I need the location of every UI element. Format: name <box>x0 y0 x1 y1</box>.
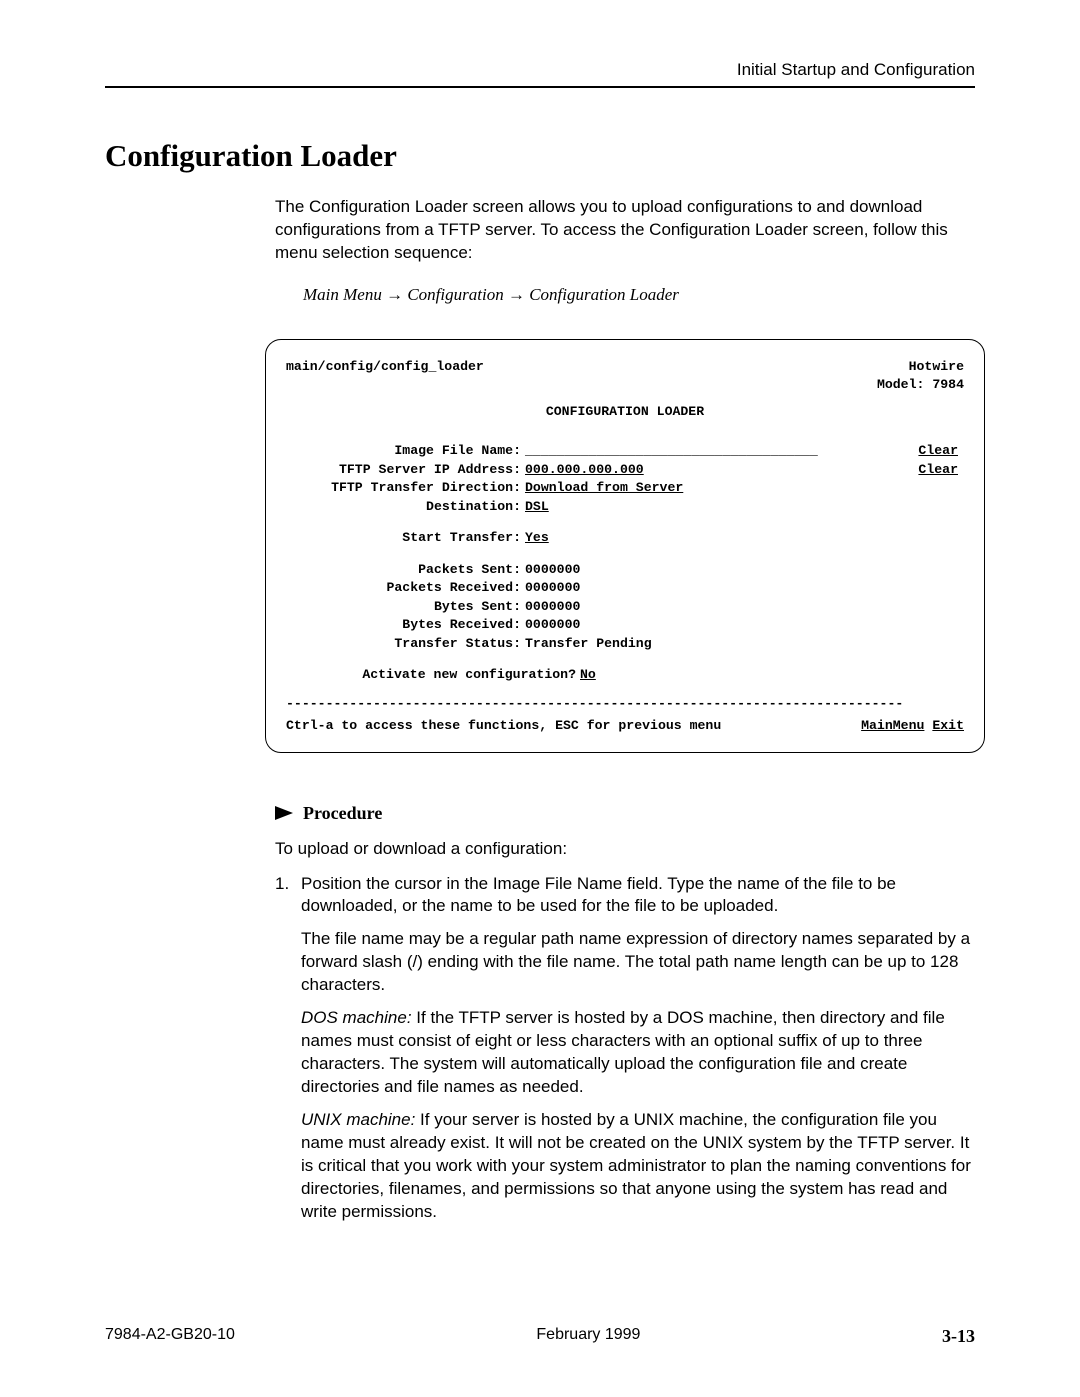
section-title: Configuration Loader <box>105 138 975 174</box>
value-destination[interactable]: DSL <box>525 498 549 516</box>
terminal-footer-hint: Ctrl-a to access these functions, ESC fo… <box>286 717 721 735</box>
terminal-mainmenu[interactable]: MainMenu <box>861 718 924 733</box>
label-tftp-ip: TFTP Server IP Address: <box>286 461 525 479</box>
label-image-file-name: Image File Name: <box>286 442 525 460</box>
label-destination: Destination: <box>286 498 525 516</box>
menu-path: Main Menu → Configuration → Configuratio… <box>303 285 975 305</box>
value-tftp-ip[interactable]: 000.000.000.000 <box>525 461 644 479</box>
label-bytes-received: Bytes Received: <box>286 616 525 634</box>
procedure-header: Procedure <box>275 803 975 824</box>
value-bytes-sent: 0000000 <box>525 598 580 616</box>
page-number: 3-13 <box>942 1326 975 1347</box>
page-footer: 7984-A2-GB20-10 February 1999 3-13 <box>105 1326 975 1347</box>
step1-text: Position the cursor in the Image File Na… <box>301 873 975 919</box>
terminal-title: CONFIGURATION LOADER <box>286 403 964 421</box>
label-start-transfer: Start Transfer: <box>286 529 525 547</box>
step-number: 1. <box>275 873 301 1234</box>
value-start-transfer[interactable]: Yes <box>525 529 549 547</box>
running-header: Initial Startup and Configuration <box>105 60 975 88</box>
value-transfer-direction[interactable]: Download from Server <box>525 479 683 497</box>
intro-paragraph: The Configuration Loader screen allows y… <box>275 196 975 265</box>
label-packets-received: Packets Received: <box>286 579 525 597</box>
step1-path-note: The file name may be a regular path name… <box>301 928 975 997</box>
clear-tftp-ip[interactable]: Clear <box>918 461 964 479</box>
dos-label: DOS machine: <box>301 1008 412 1027</box>
value-transfer-status: Transfer Pending <box>525 635 652 653</box>
step1-unix-note: UNIX machine: If your server is hosted b… <box>301 1109 975 1224</box>
terminal-model: Model: 7984 <box>286 376 964 394</box>
value-packets-sent: 0000000 <box>525 561 580 579</box>
value-image-file-name[interactable]: _____________________________________ <box>525 442 818 460</box>
procedure-lead: To upload or download a configuration: <box>275 838 975 861</box>
terminal-brand: Hotwire <box>909 358 964 376</box>
terminal-exit[interactable]: Exit <box>932 718 964 733</box>
value-bytes-received: 0000000 <box>525 616 580 634</box>
label-packets-sent: Packets Sent: <box>286 561 525 579</box>
label-bytes-sent: Bytes Sent: <box>286 598 525 616</box>
terminal-screen: main/config/config_loader Hotwire Model:… <box>265 339 985 753</box>
label-transfer-status: Transfer Status: <box>286 635 525 653</box>
procedure-step-1: 1. Position the cursor in the Image File… <box>275 873 975 1246</box>
doc-id: 7984-A2-GB20-10 <box>105 1326 235 1347</box>
value-packets-received: 0000000 <box>525 579 580 597</box>
label-activate: Activate new configuration? <box>286 666 580 684</box>
unix-label: UNIX machine: <box>301 1110 415 1129</box>
step1-dos-note: DOS machine: If the TFTP server is hoste… <box>301 1007 975 1099</box>
procedure-label: Procedure <box>303 803 382 824</box>
clear-image-file-name[interactable]: Clear <box>918 442 964 460</box>
arrow-right-icon <box>275 806 293 820</box>
value-activate[interactable]: No <box>580 666 596 684</box>
separator-line: ----------------------------------------… <box>286 695 964 713</box>
label-transfer-direction: TFTP Transfer Direction: <box>286 479 525 497</box>
doc-date: February 1999 <box>536 1326 640 1347</box>
terminal-path: main/config/config_loader <box>286 358 484 376</box>
